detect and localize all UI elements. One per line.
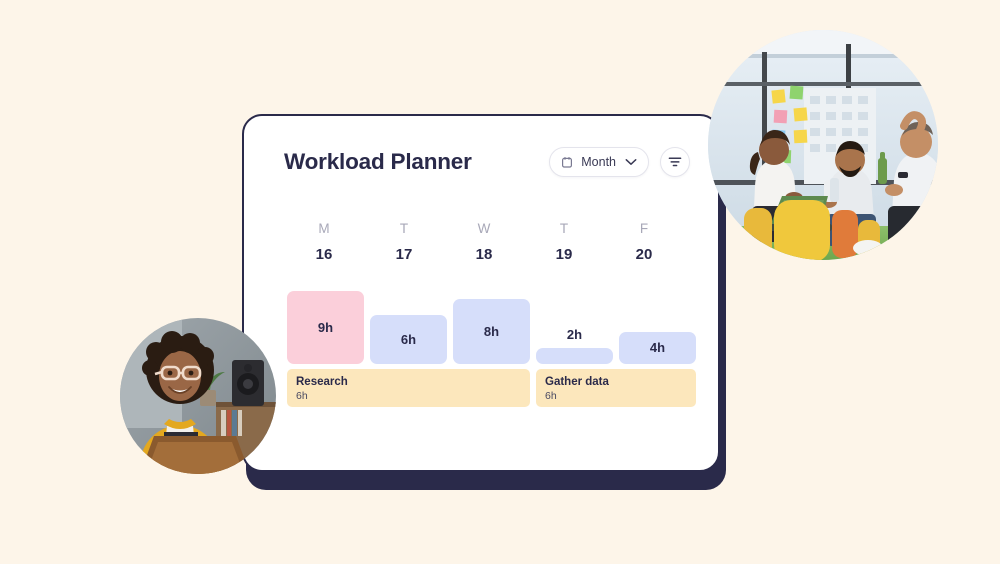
filter-button[interactable] xyxy=(660,147,690,177)
bar-value-label: 4h xyxy=(649,340,666,355)
range-select-dropdown[interactable]: Month xyxy=(549,147,649,177)
task-name-label: Gather data xyxy=(545,375,609,388)
bar-column[interactable]: 6h xyxy=(370,314,447,364)
bar-value-label: 2h xyxy=(566,326,583,342)
filter-funnel-icon xyxy=(668,156,682,168)
day-header[interactable]: W 18 xyxy=(444,222,524,262)
day-number-label: 18 xyxy=(475,245,493,263)
header-controls: Month xyxy=(549,147,690,177)
task-bars: Research 6h Gather data 6h xyxy=(284,368,696,407)
day-header[interactable]: T 19 xyxy=(524,222,604,262)
page-root: Workload Planner Month M 16 T 17 W 18 T … xyxy=(0,0,1000,564)
day-of-week-label: F xyxy=(639,221,649,236)
range-select-value: Month xyxy=(581,155,616,169)
day-number-label: 16 xyxy=(315,245,333,263)
card-surface: Workload Planner Month M 16 T 17 W 18 T … xyxy=(242,114,720,472)
day-of-week-label: T xyxy=(399,221,409,236)
day-of-week-label: M xyxy=(318,221,330,236)
day-number-label: 19 xyxy=(555,245,573,263)
workload-bar[interactable]: 6h xyxy=(370,314,447,364)
day-number-label: 20 xyxy=(635,245,653,263)
workload-bar[interactable]: 4h xyxy=(619,331,696,364)
card-header: Workload Planner Month xyxy=(244,116,718,208)
day-header[interactable]: T 17 xyxy=(364,222,444,262)
calendar-grid: M 16 T 17 W 18 T 19 F 20 9h 6h 8h 2h 4h … xyxy=(284,222,696,407)
task-bar[interactable]: Gather data 6h xyxy=(536,368,696,407)
day-header[interactable]: F 20 xyxy=(604,222,684,262)
day-header-row: M 16 T 17 W 18 T 19 F 20 xyxy=(284,222,684,262)
workload-planner-card: Workload Planner Month M 16 T 17 W 18 T … xyxy=(242,114,726,490)
workload-bar[interactable]: 8h xyxy=(453,298,530,364)
day-header[interactable]: M 16 xyxy=(284,222,364,262)
workload-bar[interactable]: 2h xyxy=(536,328,613,364)
calendar-icon xyxy=(562,156,573,168)
task-duration-label: 6h xyxy=(296,389,308,402)
workload-bar-chart: 9h 6h 8h 2h 4h xyxy=(284,284,696,364)
day-of-week-label: W xyxy=(477,221,491,236)
chevron-down-icon xyxy=(625,158,637,166)
bar-column[interactable]: 2h xyxy=(536,328,613,364)
bar-column[interactable]: 8h xyxy=(453,298,530,364)
task-duration-label: 6h xyxy=(545,389,557,402)
bar-value-label: 9h xyxy=(317,319,334,335)
bar-column[interactable]: 4h xyxy=(619,331,696,364)
task-bar[interactable]: Research 6h xyxy=(287,368,530,407)
task-name-label: Research xyxy=(296,375,348,388)
day-of-week-label: T xyxy=(559,221,569,236)
bar-column[interactable]: 9h xyxy=(287,290,364,364)
page-title: Workload Planner xyxy=(284,149,472,174)
team-meeting-photo xyxy=(708,30,938,260)
bar-value-label: 6h xyxy=(400,331,417,347)
bar-value-label: 8h xyxy=(483,323,500,339)
day-number-label: 17 xyxy=(395,245,413,263)
woman-laptop-photo xyxy=(120,318,276,474)
workload-bar[interactable]: 9h xyxy=(287,290,364,364)
